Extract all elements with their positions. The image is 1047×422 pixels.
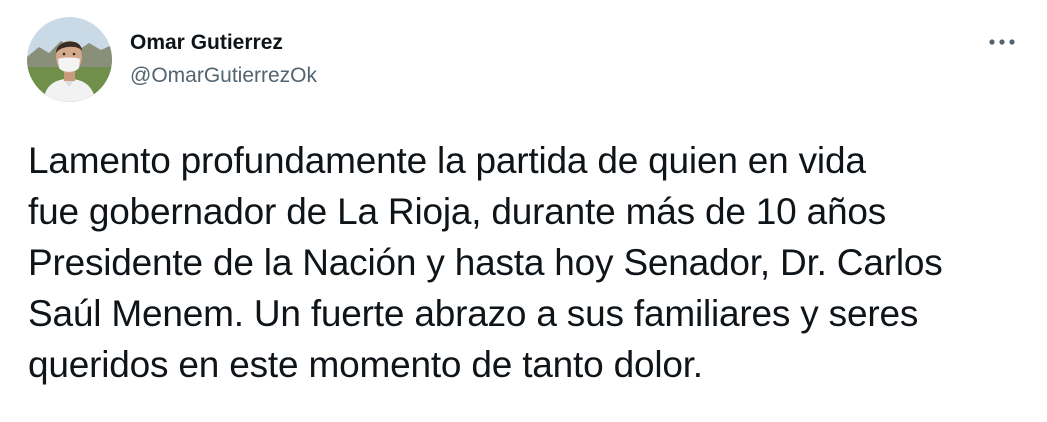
tweet-card: Omar Gutierrez @OmarGutierrezOk Lamento …	[0, 0, 1047, 422]
more-horizontal-icon	[989, 39, 1015, 45]
more-options-button[interactable]	[980, 24, 1024, 60]
author-handle[interactable]: @OmarGutierrezOk	[130, 64, 317, 88]
avatar[interactable]	[27, 17, 112, 102]
author-display-name[interactable]: Omar Gutierrez	[130, 31, 283, 55]
profile-photo-icon	[27, 17, 112, 102]
tweet-text: Lamento profundamente la partida de quie…	[28, 140, 943, 385]
